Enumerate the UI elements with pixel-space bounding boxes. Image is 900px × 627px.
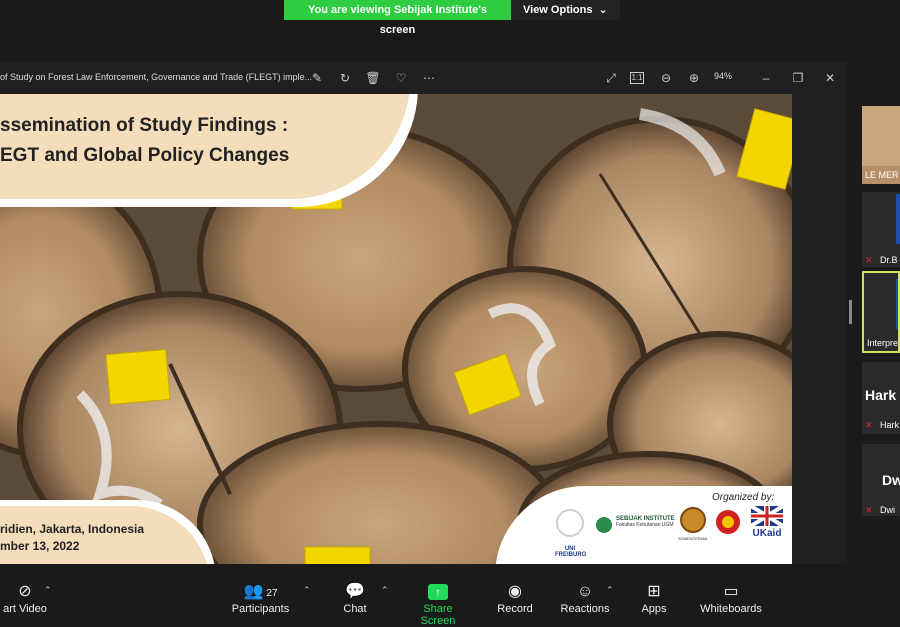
- chevron-up-icon[interactable]: ⌃: [303, 585, 311, 596]
- shared-screen-thumbnail: [862, 106, 900, 166]
- active-speaker-tile[interactable]: Interpre: [862, 271, 900, 353]
- garuda-logo: [713, 508, 743, 538]
- share-screen-icon: ↑: [405, 581, 471, 603]
- participant-name: Hark: [880, 420, 900, 430]
- participant-name-large: Hark: [865, 387, 897, 403]
- venue-date: mber 13, 2022: [0, 539, 80, 553]
- whiteboards-button[interactable]: ▭ Whiteboards: [698, 581, 764, 615]
- reactions-button[interactable]: ☺ Reactions: [560, 581, 610, 615]
- record-label: Record: [497, 603, 533, 615]
- document-title: of Study on Forest Law Enforcement, Gove…: [0, 72, 313, 82]
- participant-name-large: Dw: [882, 472, 900, 488]
- meeting-controls: ⊘ art Video ⌃ 👥 27 Participants ⌃ 💬 Chat …: [0, 575, 900, 627]
- uni-freiburg-logo: UNI FREIBURG: [555, 508, 586, 558]
- mic-muted-icon: ✕: [865, 505, 873, 515]
- ukaid-logo: UKaid: [749, 504, 785, 539]
- chevron-up-icon[interactable]: ⌃: [381, 585, 389, 596]
- video-feed: [896, 279, 898, 329]
- edit-icon[interactable]: ✎: [309, 70, 325, 86]
- chevron-up-icon[interactable]: ⌃: [606, 585, 614, 596]
- shared-screen: of Study on Forest Law Enforcement, Gove…: [0, 62, 847, 564]
- participant-panel: LE MER ✕ Dr.B Interpre Hark ✕ Hark Dw ✕ …: [848, 62, 900, 564]
- participant-tile[interactable]: ✕ Dr.B: [862, 192, 900, 267]
- close-icon[interactable]: ✕: [822, 70, 838, 86]
- chat-icon: 💬: [345, 583, 365, 600]
- view-options-button[interactable]: View Options ⌄: [511, 0, 620, 20]
- zoom-out-icon[interactable]: ⊖: [658, 70, 674, 86]
- restore-icon[interactable]: ❐: [790, 70, 806, 86]
- start-video-label: art Video: [3, 603, 47, 615]
- slide-title-line2: EGT and Global Policy Changes: [0, 145, 290, 166]
- chat-button[interactable]: 💬 Chat: [340, 581, 370, 615]
- slide-title-line1: ssemination of Study Findings :: [0, 115, 289, 136]
- ministry-logo: KEMENTERIAN: [677, 506, 709, 541]
- record-button[interactable]: ◉ Record: [495, 581, 535, 615]
- participant-name: Dwi: [880, 505, 895, 515]
- share-screen-button[interactable]: ↑ Share Screen: [405, 581, 471, 627]
- heart-icon[interactable]: ♡: [393, 70, 409, 86]
- chevron-down-icon: ⌄: [598, 4, 608, 16]
- mic-muted-icon: ✕: [865, 420, 873, 430]
- reactions-icon: ☺: [576, 583, 594, 600]
- record-icon: ◉: [508, 583, 522, 600]
- apps-label: Apps: [641, 603, 667, 615]
- zoom-in-icon[interactable]: ⊕: [686, 70, 702, 86]
- participant-name: Dr.B: [880, 255, 898, 265]
- participant-tile[interactable]: LE MER: [862, 106, 900, 184]
- sebijak-logo: SEBIJAK INSTITUTE Fakultas Kehutanan UGM: [595, 516, 685, 534]
- share-screen-label: Share Screen: [420, 603, 456, 627]
- participants-button[interactable]: 👥 27 Participants: [228, 581, 293, 615]
- participant-tile[interactable]: Hark ✕ Hark: [862, 362, 900, 434]
- viewing-indicator: You are viewing Sebijak Institute's scre…: [284, 0, 511, 36]
- reactions-label: Reactions: [560, 603, 610, 615]
- panel-resize-handle[interactable]: [849, 300, 852, 324]
- participants-count: 27: [266, 588, 278, 599]
- chevron-up-icon[interactable]: ⌃: [44, 585, 52, 596]
- organizers-card: Organized by: UNI FREIBURG SEBIJAK INSTI…: [495, 486, 792, 564]
- presentation-slide: ssemination of Study Findings : EGT and …: [0, 94, 792, 564]
- video-off-icon: ⊘: [18, 583, 32, 600]
- screen-share-banner: You are viewing Sebijak Institute's scre…: [284, 0, 620, 36]
- participants-label: Participants: [231, 603, 290, 615]
- participant-tile[interactable]: Dw ✕ Dwi: [862, 444, 900, 516]
- minimize-icon[interactable]: –: [758, 70, 774, 86]
- expand-icon[interactable]: ⤢: [603, 70, 619, 86]
- actual-size-icon[interactable]: 1:1: [630, 72, 644, 84]
- rotate-icon[interactable]: ↻: [337, 70, 353, 86]
- view-options-label: View Options: [523, 4, 593, 16]
- video-feed: [896, 194, 900, 244]
- whiteboard-icon: ▭: [723, 583, 739, 600]
- chat-label: Chat: [343, 603, 367, 615]
- organized-by-label: Organized by:: [712, 492, 775, 503]
- participants-icon: 👥 27: [243, 583, 278, 600]
- venue-location: ridien, Jakarta, Indonesia: [0, 522, 145, 536]
- participant-name: Interpre: [867, 338, 899, 348]
- document-toolbar: of Study on Forest Law Enforcement, Gove…: [0, 62, 847, 94]
- start-video-button[interactable]: ⊘ art Video: [0, 581, 50, 615]
- mic-muted-icon: ✕: [865, 255, 873, 265]
- trash-icon[interactable]: 🗑: [365, 70, 381, 86]
- apps-icon: ⊞: [647, 583, 661, 600]
- more-icon[interactable]: ⋯: [421, 70, 437, 86]
- apps-button[interactable]: ⊞ Apps: [638, 581, 670, 615]
- title-card: ssemination of Study Findings : EGT and …: [0, 94, 410, 199]
- participant-name: LE MER: [865, 170, 899, 180]
- zoom-level: 94%: [714, 71, 733, 81]
- whiteboards-label: Whiteboards: [700, 603, 762, 615]
